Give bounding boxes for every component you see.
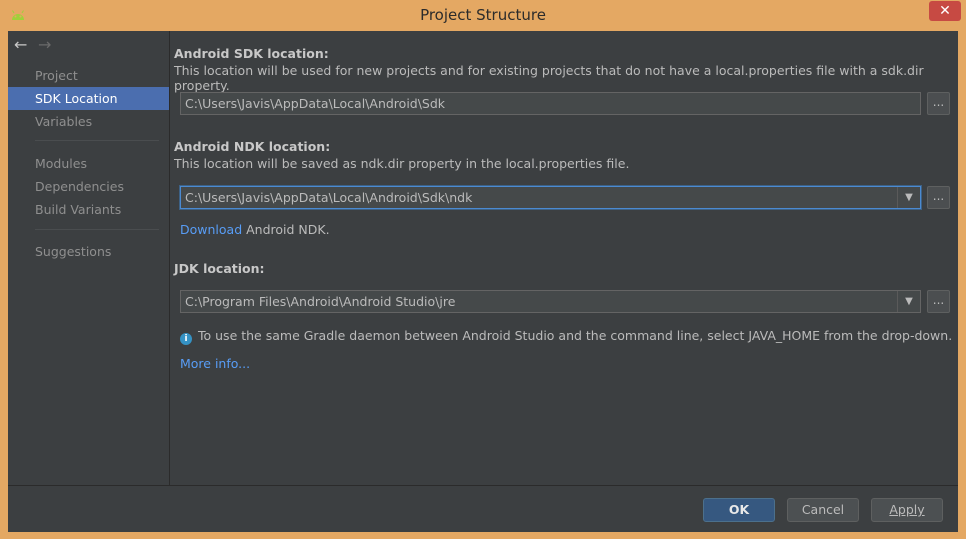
download-ndk-suffix: Android NDK. (242, 222, 330, 237)
sidebar-item-variables[interactable]: Variables (8, 110, 169, 133)
ndk-download-line: Download Android NDK. (180, 222, 330, 237)
ok-button[interactable]: OK (703, 498, 775, 522)
jdk-info-line: i To use the same Gradle daemon between A… (180, 328, 952, 345)
ndk-browse-button[interactable]: ... (927, 186, 950, 209)
ndk-location-description: This location will be saved as ndk.dir p… (174, 156, 630, 171)
back-arrow-icon[interactable]: ← (14, 37, 34, 53)
sdk-location-field[interactable]: C:\Users\Javis\AppData\Local\Android\Sdk (180, 92, 921, 115)
ndk-location-value[interactable]: C:\Users\Javis\AppData\Local\Android\Sdk… (185, 190, 472, 205)
title-bar: Project Structure ✕ (0, 0, 966, 31)
more-info-link[interactable]: More info... (180, 356, 250, 371)
window-title: Project Structure (420, 6, 546, 24)
sidebar-divider (35, 140, 159, 141)
nav-arrows: ← → (14, 37, 58, 53)
sidebar-item-project[interactable]: Project (8, 64, 169, 87)
download-ndk-link[interactable]: Download (180, 222, 242, 237)
jdk-location-label: JDK location: (174, 261, 265, 276)
sidebar-item-modules[interactable]: Modules (8, 152, 169, 175)
sdk-browse-button[interactable]: ... (927, 92, 950, 115)
apply-button[interactable]: Apply (871, 498, 943, 522)
sdk-location-label: Android SDK location: (174, 46, 329, 61)
ndk-location-combobox[interactable]: C:\Users\Javis\AppData\Local\Android\Sdk… (180, 186, 921, 209)
jdk-browse-button[interactable]: ... (927, 290, 950, 313)
close-button[interactable]: ✕ (929, 1, 961, 21)
sidebar-item-sdk-location[interactable]: SDK Location (8, 87, 169, 110)
sidebar-divider (35, 229, 159, 230)
sidebar: ← → Project SDK Location Variables Modul… (8, 31, 170, 485)
dialog-footer: OK Cancel Apply (8, 485, 958, 532)
jdk-location-combobox[interactable]: C:\Program Files\Android\Android Studio\… (180, 290, 921, 313)
dialog-window: Project Structure ✕ ← → Project SDK Loca… (0, 0, 966, 539)
dialog-body: ← → Project SDK Location Variables Modul… (8, 31, 958, 532)
cancel-button[interactable]: Cancel (787, 498, 859, 522)
chevron-down-icon[interactable]: ▼ (897, 291, 920, 312)
sidebar-item-build-variants[interactable]: Build Variants (8, 198, 169, 221)
ndk-location-label: Android NDK location: (174, 139, 331, 154)
chevron-down-icon[interactable]: ▼ (897, 187, 920, 208)
close-icon: ✕ (939, 3, 951, 19)
jdk-info-text: To use the same Gradle daemon between An… (198, 328, 953, 343)
sidebar-item-suggestions[interactable]: Suggestions (8, 240, 169, 263)
sidebar-item-dependencies[interactable]: Dependencies (8, 175, 169, 198)
forward-arrow-icon[interactable]: → (38, 37, 58, 53)
sdk-location-panel: Android SDK location: This location will… (170, 31, 958, 485)
info-icon: i (180, 333, 192, 345)
jdk-location-value[interactable]: C:\Program Files\Android\Android Studio\… (185, 294, 455, 309)
sdk-location-description: This location will be used for new proje… (174, 63, 924, 93)
